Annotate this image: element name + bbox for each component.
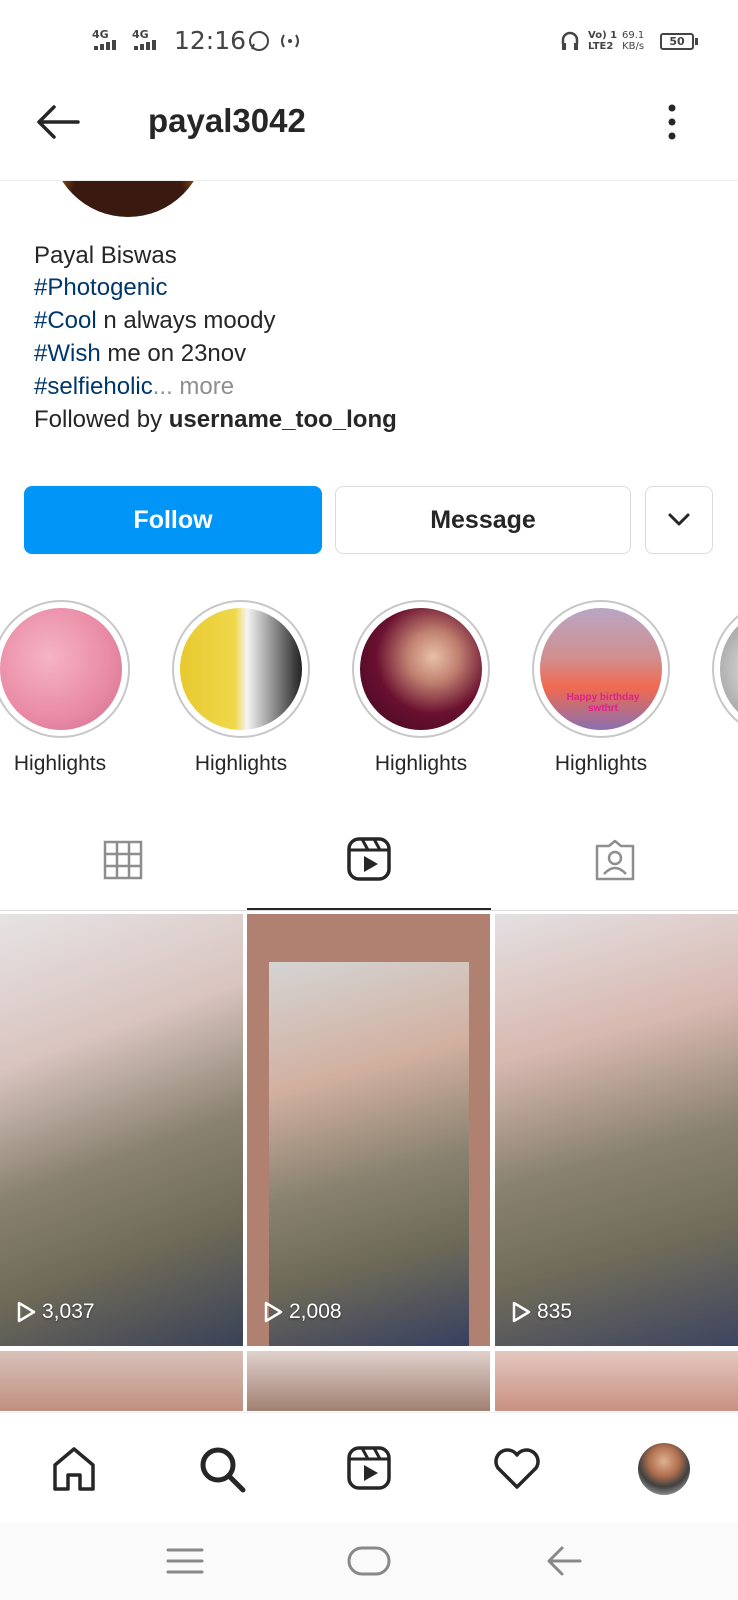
reel-thumbnail[interactable] bbox=[0, 1351, 243, 1411]
back-icon[interactable] bbox=[544, 1544, 584, 1578]
home-icon[interactable] bbox=[50, 1445, 98, 1493]
highlight-overlay-text: Happy birthday swthrt bbox=[566, 692, 640, 714]
highlight-item[interactable] bbox=[172, 600, 310, 738]
header-username: payal3042 bbox=[148, 102, 306, 139]
follow-button[interactable]: Follow bbox=[24, 486, 322, 554]
hashtag-link[interactable]: #Cool bbox=[34, 307, 97, 334]
grid-icon bbox=[103, 840, 143, 880]
highlight-item[interactable] bbox=[352, 600, 490, 738]
search-icon[interactable] bbox=[196, 1443, 248, 1495]
play-icon bbox=[17, 1301, 36, 1323]
reel-thumbnail[interactable] bbox=[495, 1351, 738, 1411]
hashtag-link[interactable]: #selfieholic bbox=[34, 373, 153, 400]
bio-text: me on 23nov bbox=[100, 340, 247, 367]
profile-header: payal3042 bbox=[0, 80, 738, 181]
hashtag-link[interactable]: #Wish bbox=[34, 340, 101, 367]
hashtag-link[interactable]: #Photogenic bbox=[34, 274, 167, 301]
highlight-label: Highlights bbox=[194, 752, 288, 775]
menu-icon[interactable] bbox=[166, 1546, 204, 1576]
tab-reels[interactable] bbox=[247, 810, 491, 910]
reel-view-count: 835 bbox=[511, 1300, 572, 1324]
followed-by-user: username_too_long bbox=[168, 406, 397, 433]
highlight-label: Highlights bbox=[13, 752, 107, 775]
network-speed: 69.1 KB/s bbox=[622, 30, 645, 52]
more-link[interactable]: ... more bbox=[153, 373, 234, 400]
back-arrow-icon[interactable] bbox=[34, 102, 82, 142]
profile-avatar[interactable] bbox=[638, 1443, 690, 1495]
status-bar: 4G 4G 12:16 Vo) 1 LTE2 69.1 KB/s 50 bbox=[0, 0, 738, 80]
chevron-down-icon bbox=[668, 513, 690, 526]
highlight-item[interactable]: Happy birthday swthrt bbox=[532, 600, 670, 738]
battery-tip bbox=[695, 38, 698, 45]
highlight-label: Highlights bbox=[554, 752, 648, 775]
play-icon bbox=[512, 1301, 531, 1323]
reel-thumbnail[interactable] bbox=[247, 1351, 490, 1411]
headphones-icon bbox=[561, 31, 579, 50]
followed-by[interactable]: Followed by username_too_long bbox=[34, 404, 397, 436]
whatsapp-icon bbox=[249, 31, 269, 51]
play-icon bbox=[264, 1301, 283, 1323]
highlight-item[interactable] bbox=[0, 600, 130, 738]
profile-name: Payal Biswas bbox=[34, 242, 177, 269]
bio-line-2: #Cool n always moody bbox=[34, 305, 275, 337]
signal-icon bbox=[94, 40, 116, 50]
bio-line-3: #Wish me on 23nov bbox=[34, 338, 246, 370]
heart-icon[interactable] bbox=[492, 1447, 542, 1491]
more-options-icon[interactable] bbox=[662, 102, 682, 142]
system-navigation-bar bbox=[0, 1522, 738, 1600]
profile-tabs bbox=[0, 810, 738, 911]
followed-by-prefix: Followed by bbox=[34, 406, 169, 433]
reel-view-count: 3,037 bbox=[16, 1300, 95, 1324]
message-button[interactable]: Message bbox=[335, 486, 631, 554]
reel-thumbnail[interactable]: 2,008 bbox=[247, 914, 490, 1346]
signal-icon bbox=[134, 40, 156, 50]
tagged-icon bbox=[595, 839, 635, 881]
tab-grid[interactable] bbox=[0, 810, 246, 910]
home-button-icon[interactable] bbox=[346, 1544, 392, 1578]
hotspot-icon bbox=[281, 34, 299, 48]
bio-line-1: #Photogenic bbox=[34, 272, 167, 304]
profile-picture[interactable] bbox=[50, 181, 206, 217]
bottom-navigation bbox=[0, 1412, 738, 1523]
clock: 12:16 bbox=[174, 26, 247, 55]
tab-tagged[interactable] bbox=[492, 810, 738, 910]
reel-view-count: 2,008 bbox=[263, 1300, 342, 1324]
highlight-label: H bbox=[691, 752, 738, 776]
highlights-row: Highlights Highlights Highlights Happy b… bbox=[0, 600, 738, 790]
reel-thumbnail[interactable]: 3,037 bbox=[0, 914, 243, 1346]
suggested-dropdown-button[interactable] bbox=[645, 486, 713, 554]
bio-line-4: #selfieholic... more bbox=[34, 371, 234, 403]
reels-icon[interactable] bbox=[346, 1445, 392, 1491]
reels-icon bbox=[347, 837, 391, 881]
bio-text: n always moody bbox=[96, 307, 276, 334]
reel-thumbnail[interactable]: 835 bbox=[495, 914, 738, 1346]
battery-icon: 50 bbox=[660, 33, 694, 50]
highlight-label: Highlights bbox=[374, 752, 468, 775]
highlight-item[interactable] bbox=[712, 600, 738, 738]
volte-indicator: Vo) 1 LTE2 bbox=[588, 30, 618, 52]
